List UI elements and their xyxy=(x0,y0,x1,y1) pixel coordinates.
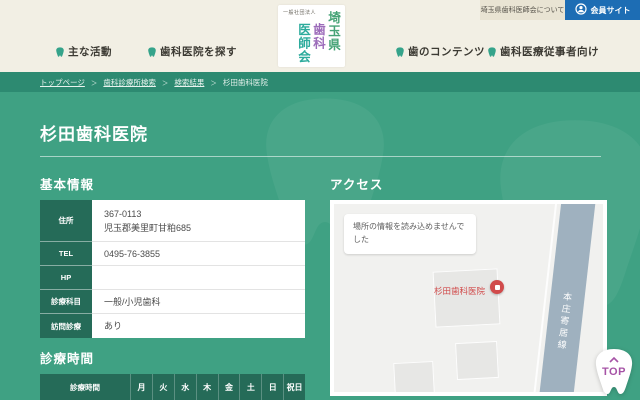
nav-item-find-clinic[interactable]: 歯科医院を探す xyxy=(147,44,237,59)
breadcrumb-separator: ＞ xyxy=(161,80,169,87)
hours-header-label: 診療時間 xyxy=(70,382,100,392)
day-wed: 水 xyxy=(173,374,196,400)
breadcrumb-separator: ＞ xyxy=(210,80,217,87)
row-label: 訪問診療 xyxy=(40,314,92,338)
logo-vertical-text: 埼玉県 歯科 医師会 xyxy=(295,11,340,67)
row-label: 住所 xyxy=(40,200,92,242)
breadcrumb-separator: ＞ xyxy=(90,80,98,87)
table-row-address: 住所 367-0113 児玉郡美里町甘粕685 xyxy=(40,200,305,242)
map-building xyxy=(432,268,501,328)
map-road: 本庄寄居線 xyxy=(537,204,597,392)
nav-label: 主な活動 xyxy=(68,46,112,58)
page-title: 杉田歯科医院 xyxy=(40,125,148,144)
row-label: HP xyxy=(40,266,92,290)
tooth-icon xyxy=(487,46,497,57)
day-fri: 金 xyxy=(217,374,240,400)
member-person-icon xyxy=(574,3,587,17)
map-marker-icon[interactable] xyxy=(490,280,504,294)
map-canvas[interactable]: 本庄寄居線 場所の情報を読み込めませんでした 杉田歯科医院 xyxy=(334,204,603,392)
nav-item-professionals[interactable]: 歯科医療従事者向け xyxy=(487,44,599,59)
row-value: 一般/小児歯科 xyxy=(92,290,305,314)
table-row-hp: HP xyxy=(40,266,305,290)
member-site-label: 会員サイト xyxy=(590,5,631,15)
tooth-icon xyxy=(55,46,65,57)
site-header: 埼玉県歯科医師会について 会員サイト 主な活動 歯科医院を探す 歯のコンテンツ … xyxy=(0,0,640,72)
basic-info-table: 住所 367-0113 児玉郡美里町甘粕685 TEL 0495-76-3855… xyxy=(40,200,305,338)
tooth-icon xyxy=(395,46,405,57)
tooth-icon xyxy=(147,46,157,57)
postal-code: 367-0113 xyxy=(104,208,142,219)
nav-item-activities[interactable]: 主な活動 xyxy=(55,44,112,59)
map-marker-label[interactable]: 杉田歯科医院 xyxy=(434,285,485,297)
logo-dental: 歯科 xyxy=(311,23,325,50)
nav-label: 歯のコンテンツ xyxy=(408,46,485,58)
about-association-link[interactable]: 埼玉県歯科医師会について xyxy=(480,0,565,20)
member-site-button[interactable]: 会員サイト xyxy=(565,0,640,20)
hours-heading: 診療時間 xyxy=(40,352,95,366)
site-logo[interactable]: 一般社団法人 埼玉県 歯科 医師会 xyxy=(278,5,345,67)
breadcrumb-home[interactable]: トップページ xyxy=(40,77,85,88)
hours-table-header: 診療時間 月 火 水 木 金 土 日 祝日 xyxy=(40,374,305,400)
day-sun: 日 xyxy=(261,374,283,400)
breadcrumb-search-results[interactable]: 検索結果 xyxy=(174,77,204,88)
access-map: 本庄寄居線 場所の情報を読み込めませんでした 杉田歯科医院 xyxy=(330,200,607,396)
day-mon: 月 xyxy=(130,374,152,400)
chevron-up-icon xyxy=(609,356,619,363)
map-error-message: 場所の情報を読み込めませんでした xyxy=(344,214,476,254)
table-row-home-visit: 訪問診療 あり xyxy=(40,314,305,338)
top-button-label: TOP xyxy=(602,366,626,378)
nav-item-tooth-contents[interactable]: 歯のコンテンツ xyxy=(395,44,485,59)
logo-prefecture: 埼玉県 xyxy=(326,11,340,52)
row-label: TEL xyxy=(40,242,92,266)
table-row-departments: 診療科目 一般/小児歯科 xyxy=(40,290,305,314)
breadcrumb-current-page: 杉田歯科医院 xyxy=(222,77,268,87)
breadcrumb: トップページ ＞ 歯科診療所検索 ＞ 検索結果 ＞ 杉田歯科医院 xyxy=(0,72,640,92)
main-content: 杉田歯科医院 基本情報 アクセス 診療時間 住所 367-0113 児玉郡美里町… xyxy=(0,92,640,400)
row-value: あり xyxy=(92,314,305,338)
row-value xyxy=(92,266,305,290)
address-text: 児玉郡美里町甘粕685 xyxy=(104,222,192,233)
logo-association: 医師会 xyxy=(296,23,310,64)
day-thu: 木 xyxy=(195,374,218,400)
table-row-tel: TEL 0495-76-3855 xyxy=(40,242,305,266)
row-value: 367-0113 児玉郡美里町甘粕685 xyxy=(92,200,305,242)
back-to-top-button[interactable]: TOP xyxy=(591,346,637,398)
row-label: 診療科目 xyxy=(40,290,92,314)
map-building xyxy=(393,360,435,392)
day-tue: 火 xyxy=(151,374,174,400)
map-building xyxy=(455,340,499,381)
about-association-label: 埼玉県歯科医師会について xyxy=(480,7,565,14)
access-heading: アクセス xyxy=(330,178,384,192)
day-sat: 土 xyxy=(239,374,261,400)
title-divider xyxy=(40,156,601,157)
row-value: 0495-76-3855 xyxy=(92,242,305,266)
basic-info-heading: 基本情報 xyxy=(40,178,95,192)
nav-label: 歯科医院を探す xyxy=(160,46,237,58)
nav-label: 歯科医療従事者向け xyxy=(500,46,599,58)
day-holiday: 祝日 xyxy=(283,374,305,400)
breadcrumb-clinic-search[interactable]: 歯科診療所検索 xyxy=(103,77,156,88)
page: 埼玉県歯科医師会について 会員サイト 主な活動 歯科医院を探す 歯のコンテンツ … xyxy=(0,0,640,400)
road-name-label: 本庄寄居線 xyxy=(555,291,573,353)
